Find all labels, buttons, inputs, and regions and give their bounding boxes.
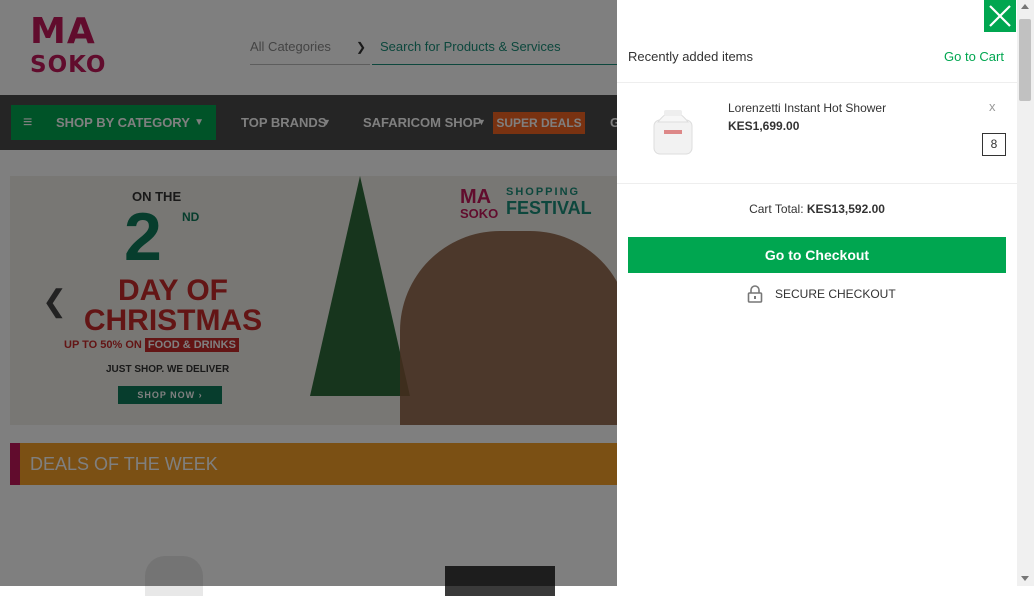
cart-total: Cart Total: KES13,592.00 [617, 202, 1017, 216]
scrollbar-thumb[interactable] [1019, 19, 1031, 101]
cart-item-name[interactable]: Lorenzetti Instant Hot Shower [728, 101, 886, 115]
go-to-cart-link[interactable]: Go to Cart [944, 49, 1004, 64]
remove-item-button[interactable]: x [989, 99, 996, 114]
scroll-up-icon[interactable] [1021, 4, 1029, 9]
product-image[interactable] [650, 106, 696, 158]
secure-checkout-label: SECURE CHECKOUT [775, 287, 896, 301]
divider [617, 82, 1017, 83]
scroll-down-icon[interactable] [1021, 576, 1029, 581]
close-cart-button[interactable] [984, 0, 1016, 32]
scrollbar[interactable] [1017, 0, 1034, 586]
cart-item-price: KES1,699.00 [728, 119, 800, 133]
recently-added-heading: Recently added items [628, 49, 754, 64]
checkout-button[interactable]: Go to Checkout [628, 237, 1006, 273]
divider [617, 183, 1017, 184]
cart-total-value: KES13,592.00 [806, 202, 885, 216]
cart-total-label: Cart Total: [749, 202, 804, 216]
lock-icon [747, 285, 763, 303]
close-icon [989, 5, 1011, 27]
quantity-input[interactable]: 8 [982, 133, 1006, 156]
